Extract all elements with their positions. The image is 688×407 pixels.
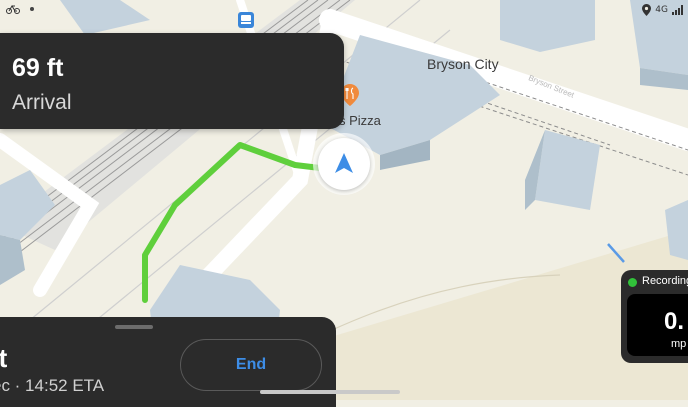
recording-label: Recording [642, 275, 688, 287]
network-type: 4G [655, 5, 668, 15]
speedometer: 0. mp [627, 294, 688, 356]
recording-indicator-icon [628, 278, 637, 287]
signal-icon [672, 5, 683, 15]
trip-eta: ec · 14:52 ETA [0, 376, 105, 395]
bicycle-icon [6, 5, 20, 14]
maneuver-distance: 69 ft [12, 54, 64, 82]
location-icon [642, 4, 652, 16]
maneuver-card[interactable]: 69 ft Arrival [0, 33, 344, 129]
location-puck-inner [318, 138, 370, 190]
end-navigation-button[interactable]: End [180, 339, 322, 391]
status-dot-icon [30, 7, 34, 11]
navigation-arrow-icon [335, 153, 353, 173]
current-location-puck[interactable] [313, 133, 375, 195]
drag-handle[interactable] [115, 325, 153, 329]
bus-stop-icon[interactable] [238, 12, 254, 29]
maneuver-instruction: Arrival [12, 91, 72, 114]
speed-value: 0. [664, 308, 685, 335]
status-bar-right: 4G [642, 4, 684, 16]
city-label: Bryson City [427, 56, 499, 72]
speed-unit: mp [671, 338, 687, 350]
trip-remaining-distance: ft [0, 343, 8, 373]
home-indicator[interactable] [260, 390, 400, 394]
status-bar-left [6, 4, 34, 14]
recording-widget[interactable]: Recording 0. mp [621, 270, 688, 363]
